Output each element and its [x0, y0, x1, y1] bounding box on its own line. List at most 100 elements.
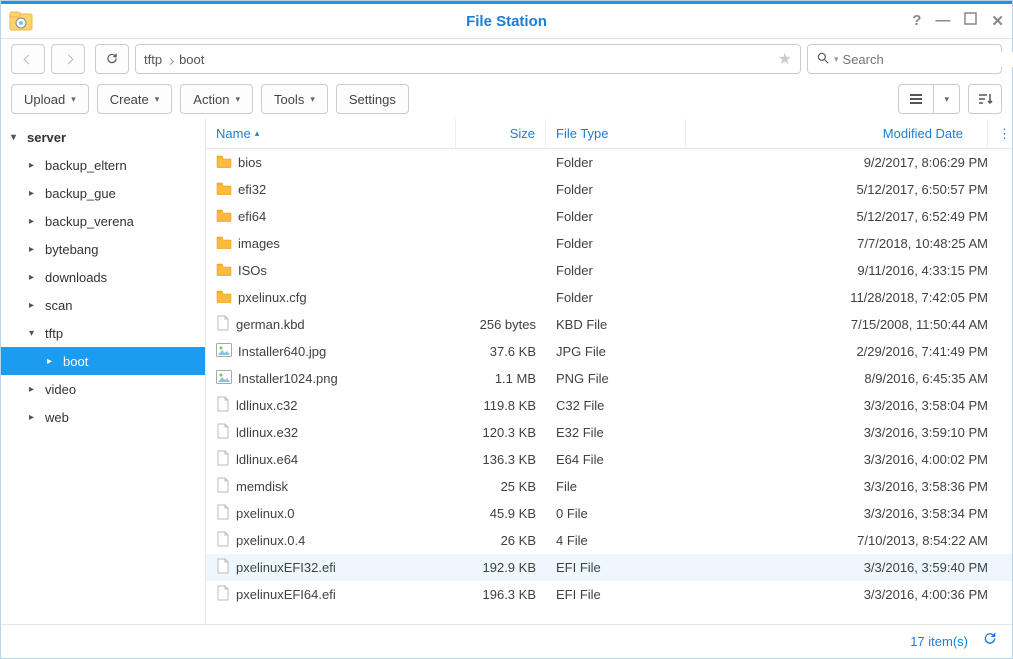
- file-type: JPG File: [546, 344, 686, 359]
- file-icon: [216, 450, 230, 469]
- file-row[interactable]: pxelinuxEFI64.efi196.3 KBEFI File3/3/201…: [206, 581, 1012, 608]
- upload-button[interactable]: Upload▾: [11, 84, 89, 114]
- search-box[interactable]: ▾: [807, 44, 1002, 74]
- sidebar-item-label: backup_verena: [45, 214, 134, 229]
- forward-button[interactable]: [51, 44, 85, 74]
- settings-button[interactable]: Settings: [336, 84, 409, 114]
- file-date: 2/29/2016, 7:41:49 PM: [686, 344, 1012, 359]
- sidebar-item-scan[interactable]: ▸scan: [1, 291, 205, 319]
- file-row[interactable]: imagesFolder7/7/2018, 10:48:25 AM: [206, 230, 1012, 257]
- file-row[interactable]: ldlinux.c32119.8 KBC32 File3/3/2016, 3:5…: [206, 392, 1012, 419]
- file-type: EFI File: [546, 560, 686, 575]
- sidebar-item-downloads[interactable]: ▸downloads: [1, 263, 205, 291]
- folder-icon: [216, 262, 232, 279]
- close-icon[interactable]: ✕: [991, 12, 1004, 30]
- file-date: 9/2/2017, 8:06:29 PM: [686, 155, 1012, 170]
- folder-icon: [216, 154, 232, 171]
- file-size: 25 KB: [456, 479, 546, 494]
- minimize-icon[interactable]: —: [935, 12, 950, 30]
- column-menu-icon[interactable]: ⋮: [988, 119, 1012, 148]
- item-count: 17 item(s): [910, 634, 968, 649]
- action-button[interactable]: Action▾: [180, 84, 253, 114]
- expand-icon: ▸: [29, 300, 41, 311]
- tree-root[interactable]: ▾ server: [1, 123, 205, 151]
- folder-icon: [216, 181, 232, 198]
- file-row[interactable]: ldlinux.e32120.3 KBE32 File3/3/2016, 3:5…: [206, 419, 1012, 446]
- sidebar-item-backup_eltern[interactable]: ▸backup_eltern: [1, 151, 205, 179]
- search-input[interactable]: [843, 52, 1013, 67]
- file-row[interactable]: german.kbd256 bytesKBD File7/15/2008, 11…: [206, 311, 1012, 338]
- file-row[interactable]: pxelinux.045.9 KB0 File3/3/2016, 3:58:34…: [206, 500, 1012, 527]
- breadcrumb[interactable]: tftp boot ★: [135, 44, 801, 74]
- favorite-icon[interactable]: ★: [778, 49, 792, 69]
- nav-row: tftp boot ★ ▾: [1, 39, 1012, 79]
- file-type: Folder: [546, 236, 686, 251]
- file-row[interactable]: Installer1024.png1.1 MBPNG File8/9/2016,…: [206, 365, 1012, 392]
- file-size: 196.3 KB: [456, 587, 546, 602]
- expand-icon: ▸: [29, 384, 41, 395]
- sidebar-item-boot[interactable]: ▸boot: [1, 347, 205, 375]
- file-row[interactable]: efi32Folder5/12/2017, 6:50:57 PM: [206, 176, 1012, 203]
- col-name[interactable]: Name▴: [206, 119, 456, 148]
- file-icon: [216, 504, 230, 523]
- file-date: 8/9/2016, 6:45:35 AM: [686, 371, 1012, 386]
- file-size: 1.1 MB: [456, 371, 546, 386]
- file-size: 120.3 KB: [456, 425, 546, 440]
- file-type: Folder: [546, 182, 686, 197]
- sidebar-item-tftp[interactable]: ▾tftp: [1, 319, 205, 347]
- reload-button[interactable]: [95, 44, 129, 74]
- file-type: Folder: [546, 209, 686, 224]
- refresh-icon[interactable]: [982, 631, 998, 652]
- file-row[interactable]: pxelinuxEFI32.efi192.9 KBEFI File3/3/201…: [206, 554, 1012, 581]
- content-area: ▾ server ▸backup_eltern▸backup_gue▸backu…: [1, 119, 1012, 624]
- col-date[interactable]: Modified Date: [686, 119, 988, 148]
- file-icon: [216, 423, 230, 442]
- footer: 17 item(s): [1, 624, 1012, 658]
- sidebar-item-bytebang[interactable]: ▸bytebang: [1, 235, 205, 263]
- file-type: E64 File: [546, 452, 686, 467]
- create-button[interactable]: Create▾: [97, 84, 173, 114]
- view-mode-dropdown[interactable]: ▾: [934, 85, 959, 113]
- sidebar-item-web[interactable]: ▸web: [1, 403, 205, 431]
- col-type[interactable]: File Type: [546, 119, 686, 148]
- folder-icon: [216, 208, 232, 225]
- file-row[interactable]: Installer640.jpg37.6 KBJPG File2/29/2016…: [206, 338, 1012, 365]
- sidebar-item-backup_gue[interactable]: ▸backup_gue: [1, 179, 205, 207]
- tools-button[interactable]: Tools▾: [261, 84, 328, 114]
- col-size[interactable]: Size: [456, 119, 546, 148]
- file-icon: [216, 315, 230, 334]
- help-icon[interactable]: ?: [912, 12, 921, 30]
- maximize-icon[interactable]: [964, 12, 977, 30]
- expand-icon: ▸: [29, 188, 41, 199]
- file-row[interactable]: pxelinux.cfgFolder11/28/2018, 7:42:05 PM: [206, 284, 1012, 311]
- file-row[interactable]: memdisk25 KBFile3/3/2016, 3:58:36 PM: [206, 473, 1012, 500]
- file-row[interactable]: efi64Folder5/12/2017, 6:52:49 PM: [206, 203, 1012, 230]
- file-name: bios: [238, 155, 262, 170]
- breadcrumb-seg-1[interactable]: boot: [179, 52, 204, 67]
- file-row[interactable]: ldlinux.e64136.3 KBE64 File3/3/2016, 4:0…: [206, 446, 1012, 473]
- file-size: 26 KB: [456, 533, 546, 548]
- search-scope-caret[interactable]: ▾: [834, 54, 839, 65]
- file-type: E32 File: [546, 425, 686, 440]
- file-row[interactable]: biosFolder9/2/2017, 8:06:29 PM: [206, 149, 1012, 176]
- sidebar-item-video[interactable]: ▸ video: [1, 375, 205, 403]
- file-row[interactable]: ISOsFolder9/11/2016, 4:33:15 PM: [206, 257, 1012, 284]
- file-date: 3/3/2016, 3:59:40 PM: [686, 560, 1012, 575]
- list-view-button[interactable]: [899, 85, 934, 113]
- back-button[interactable]: [11, 44, 45, 74]
- file-name: pxelinux.0.4: [236, 533, 305, 548]
- sidebar-item-label: backup_eltern: [45, 158, 127, 173]
- sort-button[interactable]: [968, 84, 1002, 114]
- file-name: pxelinuxEFI64.efi: [236, 587, 336, 602]
- file-name: ldlinux.e32: [236, 425, 298, 440]
- file-row[interactable]: pxelinux.0.426 KB4 File7/10/2013, 8:54:2…: [206, 527, 1012, 554]
- sidebar-item-backup_verena[interactable]: ▸backup_verena: [1, 207, 205, 235]
- sidebar-item-label: bytebang: [45, 242, 99, 257]
- file-icon: [216, 531, 230, 550]
- file-list: biosFolder9/2/2017, 8:06:29 PMefi32Folde…: [206, 149, 1012, 624]
- breadcrumb-seg-0[interactable]: tftp: [144, 52, 162, 67]
- sidebar-item-label: video: [45, 382, 76, 397]
- image-icon: [216, 343, 232, 360]
- file-date: 3/3/2016, 4:00:02 PM: [686, 452, 1012, 467]
- file-size: 136.3 KB: [456, 452, 546, 467]
